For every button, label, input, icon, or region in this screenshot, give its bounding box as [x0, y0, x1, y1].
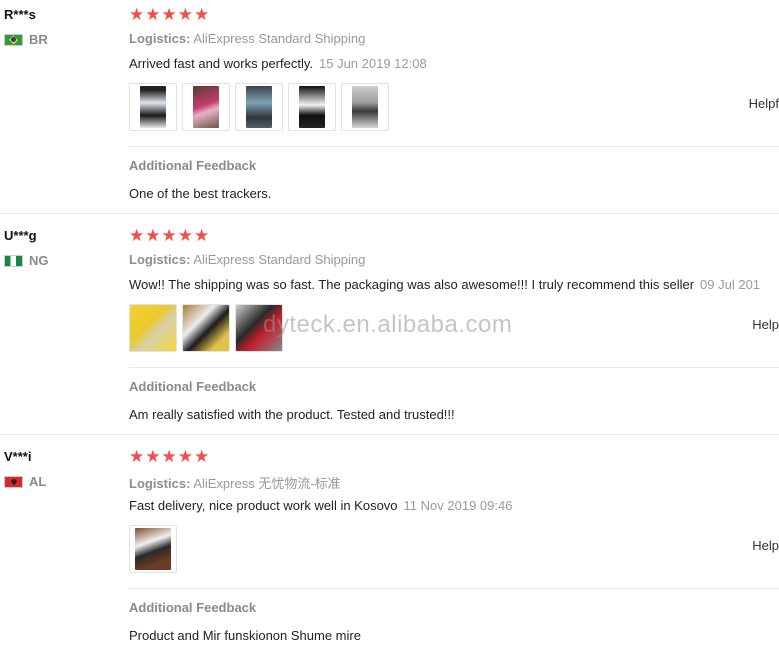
review-photo-thumbnail[interactable]: [288, 83, 336, 131]
comment-text: Fast delivery, nice product work well in…: [129, 498, 398, 513]
review-date: 09 Jul 201: [700, 277, 761, 292]
flag-ng-icon: [4, 254, 23, 267]
review-date: 11 Nov 2019 09:46: [403, 498, 513, 513]
reviewer-country: BR: [4, 32, 48, 47]
rating-stars: ★★★★★: [129, 5, 211, 24]
review-photo-thumbnail[interactable]: [341, 83, 389, 131]
logistics-value: AliExpress Standard Shipping: [193, 31, 366, 46]
review-photos: [129, 83, 389, 131]
review-comment: Arrived fast and works perfectly. 15 Jun …: [129, 56, 427, 71]
watermark: dyteck.en.alibaba.com: [263, 311, 513, 338]
flag-br-icon: [4, 33, 23, 46]
reviewer-country: NG: [4, 253, 49, 268]
reviewer-country: AL: [4, 474, 46, 489]
review-date: 15 Jun 2019 12:08: [319, 56, 427, 71]
country-code: BR: [29, 32, 48, 47]
reviewer-name: R***s: [4, 7, 36, 22]
review-photo-thumbnail[interactable]: [129, 83, 177, 131]
country-code: NG: [29, 253, 49, 268]
additional-feedback-label: Additional Feedback: [129, 379, 257, 394]
additional-feedback-text: One of the best trackers.: [129, 186, 272, 201]
helpful-button[interactable]: Help: [752, 317, 779, 332]
review-item: V***i AL ★★★★★ Logistics: AliExpress 无忧物…: [0, 442, 779, 655]
logistics-info: Logistics: AliExpress 无忧物流-标准: [129, 473, 341, 492]
review-photo-thumbnail[interactable]: [235, 83, 283, 131]
logistics-info: Logistics: AliExpress Standard Shipping: [129, 252, 365, 267]
additional-feedback-text: Am really satisfied with the product. Te…: [129, 407, 455, 422]
reviewer-name: U***g: [4, 228, 37, 243]
logistics-label: Logistics:: [129, 252, 191, 267]
helpful-button[interactable]: Help: [752, 538, 779, 553]
logistics-value: AliExpress Standard Shipping: [193, 252, 366, 267]
logistics-label: Logistics:: [129, 31, 191, 46]
feedback-divider: [129, 367, 779, 368]
review-photo-thumbnail[interactable]: [129, 525, 177, 573]
review-photo-thumbnail[interactable]: [182, 304, 230, 352]
additional-feedback-label: Additional Feedback: [129, 158, 257, 173]
helpful-button[interactable]: Helpf: [749, 96, 779, 111]
flag-al-icon: [4, 475, 23, 488]
rating-stars: ★★★★★: [129, 226, 211, 245]
additional-feedback-text: Product and Mir funskionon Shume mire: [129, 628, 361, 643]
review-photos: [129, 525, 177, 573]
rating-stars: ★★★★★: [129, 447, 211, 466]
logistics-label: Logistics:: [129, 476, 191, 491]
logistics-info: Logistics: AliExpress Standard Shipping: [129, 31, 365, 46]
comment-text: Wow!! The shipping was so fast. The pack…: [129, 277, 695, 292]
review-item: R***s BR ★★★★★ Logistics: AliExpress Sta…: [0, 0, 779, 214]
review-comment: Wow!! The shipping was so fast. The pack…: [129, 277, 760, 292]
country-code: AL: [29, 474, 47, 489]
logistics-value: AliExpress 无忧物流-标准: [193, 476, 341, 491]
review-photos: [129, 304, 283, 352]
review-comment: Fast delivery, nice product work well in…: [129, 498, 512, 513]
feedback-divider: [129, 588, 779, 589]
review-photo-thumbnail[interactable]: [182, 83, 230, 131]
additional-feedback-label: Additional Feedback: [129, 600, 257, 615]
reviewer-name: V***i: [4, 449, 32, 464]
comment-text: Arrived fast and works perfectly.: [129, 56, 313, 71]
feedback-divider: [129, 146, 779, 147]
review-photo-thumbnail[interactable]: [129, 304, 177, 352]
